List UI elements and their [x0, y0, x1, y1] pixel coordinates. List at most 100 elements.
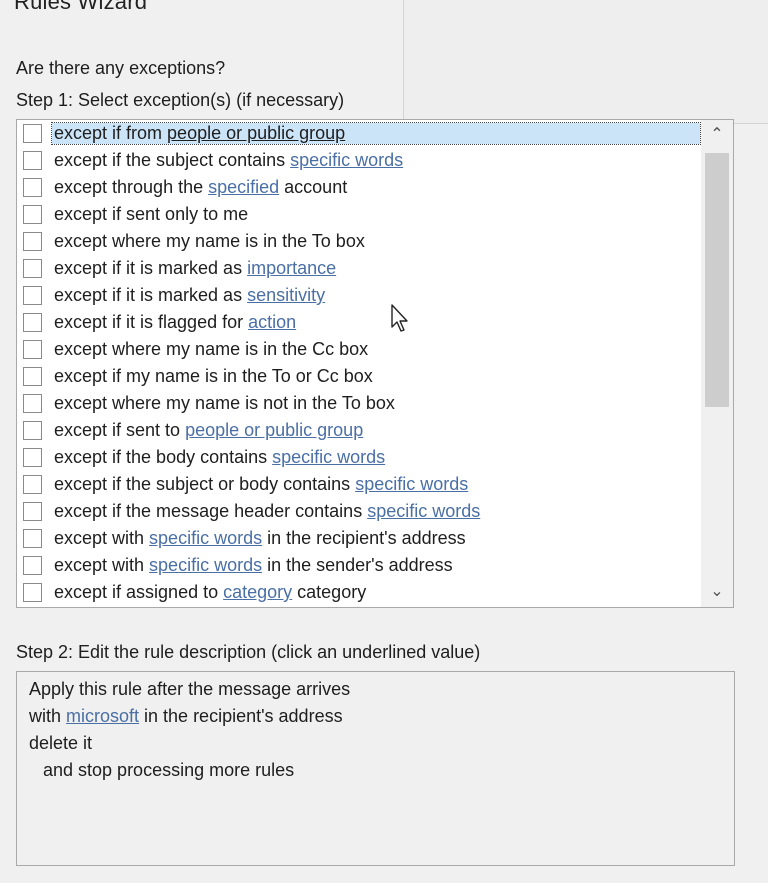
exception-label: except if it is marked as sensitivity [52, 285, 327, 306]
exception-row[interactable]: except if it is marked as sensitivity [17, 282, 702, 309]
exception-label: except if sent only to me [52, 204, 250, 225]
exception-label: except with specific words in the recipi… [52, 528, 468, 549]
exception-row[interactable]: except where my name is in the Cc box [17, 336, 702, 363]
step1-label: Step 1: Select exception(s) (if necessar… [16, 90, 345, 110]
exception-text: except through the [54, 177, 209, 197]
desc-line-1: Apply this rule after the message arrive… [29, 679, 351, 699]
exception-text: except if assigned to [54, 582, 224, 602]
exception-row[interactable]: except if the body contains specific wor… [17, 444, 702, 471]
exception-row[interactable]: except if assigned to category category [17, 579, 702, 606]
exception-value-link[interactable]: specific words [272, 447, 385, 467]
exception-label: except if my name is in the To or Cc box [52, 366, 375, 387]
list-scrollbar[interactable]: ⌃ ⌄ [701, 120, 733, 607]
exception-value-link[interactable]: specific words [149, 528, 262, 548]
exception-text-suffix: category [292, 582, 367, 602]
exception-checkbox[interactable] [23, 394, 42, 413]
exception-label: except with specific words in the sender… [52, 555, 455, 576]
scroll-up-arrow-icon[interactable]: ⌃ [701, 120, 733, 150]
exception-checkbox[interactable] [23, 205, 42, 224]
exception-checkbox[interactable] [23, 340, 42, 359]
exception-value-link[interactable]: specific words [367, 501, 480, 521]
exception-text: except if the message header contains [54, 501, 368, 521]
overlapping-window [403, 0, 768, 124]
desc-line-2-pre: with [29, 706, 67, 726]
exception-label: except if the body contains specific wor… [52, 447, 387, 468]
exception-label: except if the message header contains sp… [52, 501, 482, 522]
exception-label: except if the subject or body contains s… [52, 474, 470, 495]
exception-row[interactable]: except through the specified account [17, 174, 702, 201]
exceptions-list: except if from people or public group exc… [17, 120, 702, 606]
exception-checkbox[interactable] [23, 502, 42, 521]
microsoft-link[interactable]: microsoft [66, 706, 139, 726]
desc-line-2-post: in the recipient's address [139, 706, 343, 726]
desc-line-2: with microsoft in the recipient's addres… [29, 703, 722, 730]
exception-row[interactable]: except if sent only to me [17, 201, 702, 228]
exception-row[interactable]: except if my name is in the To or Cc box [17, 363, 702, 390]
scroll-thumb[interactable] [705, 153, 729, 407]
exception-text: except where my name is in the To box [54, 231, 365, 251]
exception-row[interactable]: except if it is marked as importance [17, 255, 702, 282]
exception-value-link[interactable]: specific words [290, 150, 403, 170]
exception-row[interactable]: except with specific words in the sender… [17, 552, 702, 579]
exception-value-link[interactable]: people or public group [185, 420, 363, 440]
exception-checkbox[interactable] [23, 367, 42, 386]
exception-text: except if it is flagged for [54, 312, 249, 332]
exception-text: except if it is marked as [54, 258, 248, 278]
exception-checkbox[interactable] [23, 556, 42, 575]
exception-value-link[interactable]: importance [247, 258, 336, 278]
exception-checkbox[interactable] [23, 151, 42, 170]
exception-text: except if the body contains [54, 447, 273, 467]
exception-text: except if the subject or body contains [54, 474, 356, 494]
exception-row[interactable]: except if the message header contains sp… [17, 498, 702, 525]
exception-checkbox[interactable] [23, 421, 42, 440]
exception-text: except if sent only to me [54, 204, 249, 224]
exception-checkbox[interactable] [23, 448, 42, 467]
exception-label: except if from people or public group [51, 122, 701, 145]
mouse-cursor-icon [391, 304, 408, 332]
exception-text: except if it is marked as [54, 285, 248, 305]
exception-text-suffix: in the sender's address [262, 555, 453, 575]
exception-label: except where my name is in the Cc box [52, 339, 370, 360]
scroll-down-arrow-icon[interactable]: ⌄ [701, 577, 733, 607]
exception-row[interactable]: except if from people or public group [17, 120, 702, 147]
desc-line-4: and stop processing more rules [43, 760, 295, 780]
exception-value-link[interactable]: sensitivity [247, 285, 325, 305]
exception-value-link[interactable]: category [223, 582, 292, 602]
exception-checkbox[interactable] [23, 475, 42, 494]
exception-label: except through the specified account [52, 177, 349, 198]
exception-row[interactable]: except if the subject contains specific … [17, 147, 702, 174]
exceptions-listbox[interactable]: except if from people or public group exc… [16, 119, 734, 608]
exception-checkbox[interactable] [23, 259, 42, 278]
exception-text: except with [54, 555, 150, 575]
desc-line-3: delete it [29, 733, 93, 753]
exception-label: except if assigned to category category [52, 582, 368, 603]
exception-value-link[interactable]: people or public group [167, 123, 345, 143]
exception-row[interactable]: except if sent to people or public group [17, 417, 702, 444]
exception-row[interactable]: except where my name is not in the To bo… [17, 390, 702, 417]
exception-checkbox[interactable] [23, 286, 42, 305]
exception-text: except where my name is in the Cc box [54, 339, 369, 359]
exception-value-link[interactable]: specified [208, 177, 279, 197]
exception-row[interactable]: except if it is flagged for action [17, 309, 702, 336]
exception-label: except if sent to people or public group [52, 420, 365, 441]
exception-value-link[interactable]: action [248, 312, 296, 332]
exception-row[interactable]: except where my name is in the To box [17, 228, 702, 255]
exception-checkbox[interactable] [23, 178, 42, 197]
rule-description-box: Apply this rule after the message arrive… [16, 671, 735, 866]
exception-checkbox[interactable] [23, 232, 42, 251]
exception-text: except if the subject contains [54, 150, 291, 170]
exception-row[interactable]: except if the subject or body contains s… [17, 471, 702, 498]
exception-text: except if from [54, 123, 168, 143]
exception-value-link[interactable]: specific words [355, 474, 468, 494]
exception-checkbox[interactable] [23, 313, 42, 332]
exception-label: except where my name is not in the To bo… [52, 393, 397, 414]
exception-value-link[interactable]: specific words [149, 555, 262, 575]
exception-checkbox[interactable] [23, 529, 42, 548]
exception-row[interactable]: except with specific words in the recipi… [17, 525, 702, 552]
exception-text: except if sent to [54, 420, 186, 440]
exception-checkbox[interactable] [23, 583, 42, 602]
exception-label: except if it is marked as importance [52, 258, 338, 279]
window-title: Rules Wizard [14, 0, 148, 14]
exception-checkbox[interactable] [23, 124, 42, 143]
exception-label: except if the subject contains specific … [52, 150, 405, 171]
